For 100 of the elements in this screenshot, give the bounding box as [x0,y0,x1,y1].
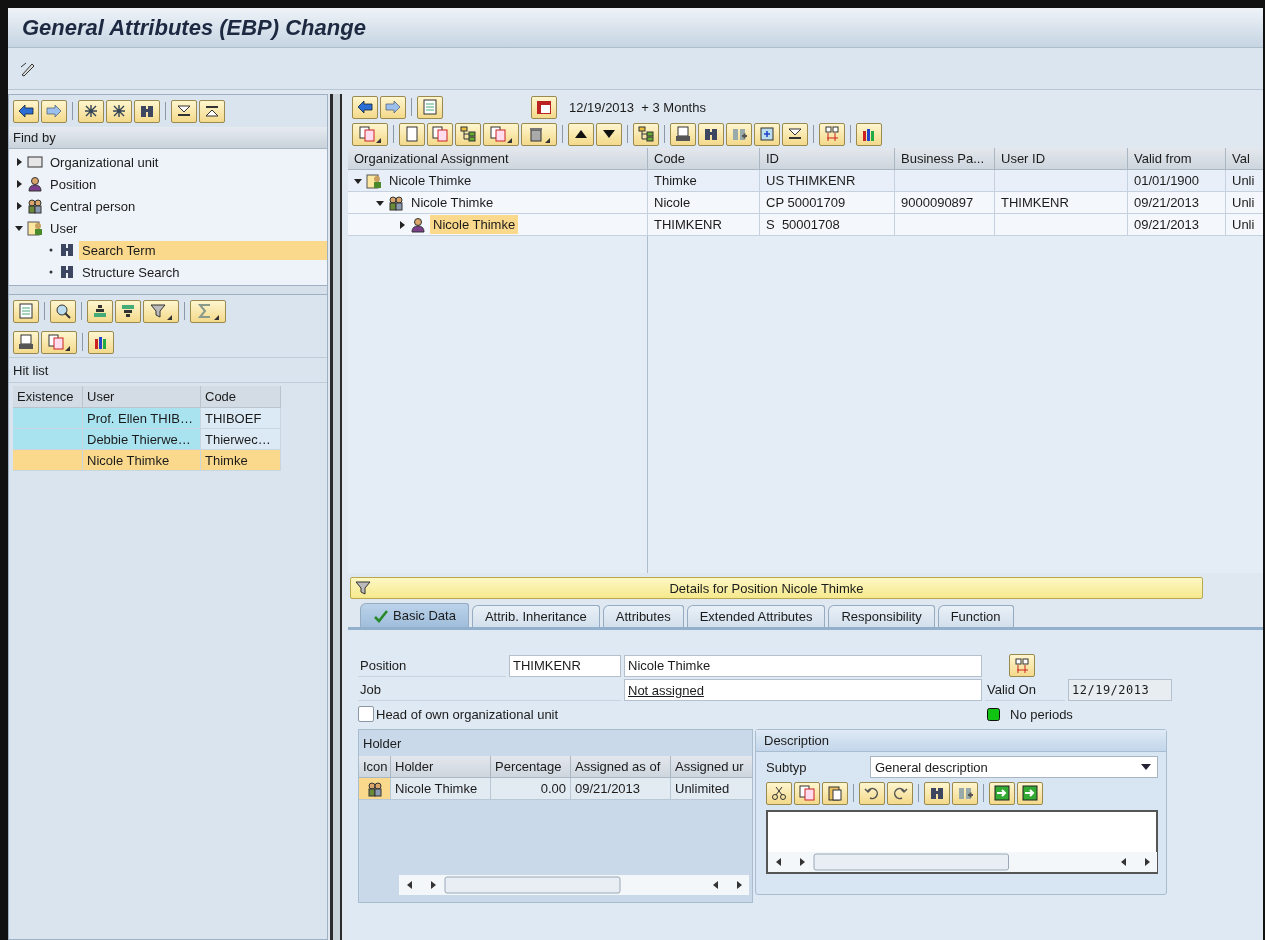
collapsed-caret-icon[interactable] [15,202,23,210]
export-button[interactable] [41,330,77,354]
horizontal-scrollbar[interactable] [768,852,1157,872]
list-button[interactable] [417,95,443,119]
existence-cell[interactable] [13,429,83,450]
find-next-button[interactable] [726,122,752,146]
find-button[interactable] [50,299,76,323]
columns-button[interactable] [819,122,845,146]
filter-button[interactable] [143,299,179,323]
column-header[interactable]: Organizational Assignment [348,148,648,170]
column-header[interactable]: Holder [391,756,491,778]
sort-ascending-button[interactable] [87,299,113,323]
redo-button[interactable] [887,781,913,805]
structure-button[interactable] [633,122,659,146]
column-header[interactable]: Code [648,148,760,170]
search-button[interactable] [106,99,132,123]
column-header[interactable]: Code [201,386,281,408]
collapsed-caret-icon[interactable] [398,220,406,229]
paste-icon [827,785,843,801]
paste-button[interactable] [822,781,848,805]
expanded-caret-icon[interactable] [15,224,23,232]
tree-item[interactable]: Search Term [79,240,327,260]
import-button[interactable] [989,781,1015,805]
tree-item[interactable]: Nicole Thimke [408,193,497,212]
cut-button[interactable] [766,781,792,805]
collapse-button[interactable] [782,122,808,146]
timeline-button[interactable] [1009,654,1035,677]
description-text-area[interactable] [766,810,1158,874]
calendar-button[interactable] [531,95,557,119]
undo-button[interactable] [859,781,885,805]
print-button[interactable] [670,122,696,146]
table-cell[interactable]: Thimke [201,450,281,471]
tree-item[interactable]: Position [47,174,100,194]
existence-cell[interactable] [13,450,83,471]
asterisk-icon [83,103,99,119]
column-header[interactable]: User ID [995,148,1128,170]
tree-item[interactable]: User [47,218,81,238]
delete-button[interactable] [521,122,557,146]
collapsed-caret-icon[interactable] [15,158,23,166]
column-header[interactable]: Val [1226,148,1263,170]
checkbox[interactable] [358,706,374,722]
columns-icon [93,334,109,350]
expanded-caret-icon[interactable] [376,198,384,207]
expanded-caret-icon[interactable] [354,176,362,185]
tree-item[interactable]: Nicole Thimke [386,171,475,190]
table-cell[interactable]: THIBOEF [201,408,281,429]
horizontal-scrollbar[interactable] [399,875,749,895]
new-search-button[interactable] [78,99,104,123]
new-document-button[interactable] [399,122,425,146]
sort-descending-button[interactable] [115,299,141,323]
export-button[interactable] [1017,781,1043,805]
expand-button[interactable] [199,99,225,123]
existence-cell[interactable] [13,408,83,429]
copy-button[interactable] [794,781,820,805]
table-cell[interactable]: Nicole Thimke [83,450,201,471]
column-header[interactable]: ID [760,148,895,170]
collapsed-caret-icon[interactable] [15,180,23,188]
move-down-button[interactable] [596,122,622,146]
tab[interactable]: Basic Data [360,603,469,627]
back-button[interactable] [13,99,39,123]
tree-item[interactable]: Nicole Thimke [430,215,519,234]
column-header[interactable]: Valid from [1128,148,1226,170]
find-button[interactable] [698,122,724,146]
column-header[interactable]: Icon [359,756,391,778]
layout-button[interactable] [856,122,882,146]
tab[interactable]: Function [937,605,1014,627]
job-link[interactable]: Not assigned [624,679,982,701]
tree-item[interactable]: Structure Search [79,262,183,282]
table-cell[interactable]: Debbie Thierwe… [83,429,201,450]
tab[interactable]: Extended Attributes [686,605,826,627]
tree-item[interactable]: Organizational unit [47,152,162,172]
copy-button[interactable] [427,122,453,146]
tab[interactable]: Attrib. Inheritance [471,605,600,627]
find-button[interactable] [924,781,950,805]
table-cell[interactable]: Thierwec… [201,429,281,450]
move-up-button[interactable] [568,122,594,146]
assign-button[interactable] [483,122,519,146]
print-button[interactable] [13,330,39,354]
back-button[interactable] [352,95,378,119]
column-header[interactable]: User [83,386,201,408]
collapse-button[interactable] [171,99,197,123]
find-next-button[interactable] [952,781,978,805]
create-button[interactable] [352,122,388,146]
table-cell[interactable]: Prof. Ellen THIB… [83,408,201,429]
position-code-field[interactable]: THIMKENR [509,654,621,677]
column-header[interactable]: Assigned ur [671,756,752,778]
position-name-field[interactable]: Nicole Thimke [624,654,982,677]
tree-item[interactable]: Central person [47,196,139,216]
delete-search-button[interactable] [134,99,160,123]
layout-button[interactable] [88,330,114,354]
subtype-dropdown[interactable]: General description [870,756,1158,778]
column-header[interactable]: Business Pa... [895,148,995,170]
column-header[interactable]: Percentage [491,756,571,778]
tab[interactable]: Attributes [602,605,684,627]
tab[interactable]: Responsibility [828,605,935,627]
details-button[interactable] [13,299,39,323]
hierarchy-button[interactable] [455,122,481,146]
column-header[interactable]: Existence [13,386,83,408]
sum-button[interactable] [190,299,226,323]
column-header[interactable]: Assigned as of [571,756,671,778]
